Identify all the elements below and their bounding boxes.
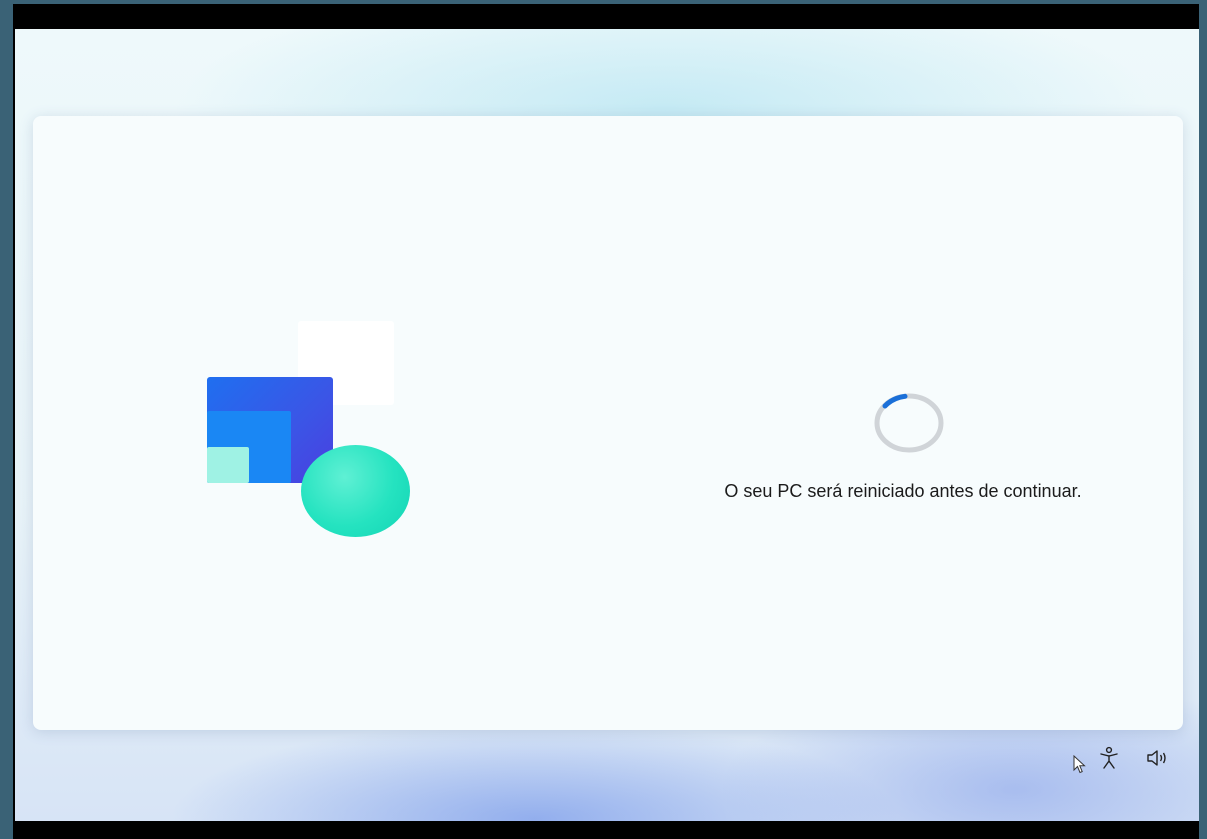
windows-illustration bbox=[203, 321, 423, 551]
illustration-teal-circle bbox=[301, 445, 410, 537]
mouse-cursor-icon bbox=[1073, 755, 1086, 774]
loading-spinner-icon bbox=[874, 393, 944, 453]
setup-card: O seu PC será reiniciado antes de contin… bbox=[33, 116, 1183, 774]
illustration-mint-square bbox=[207, 447, 249, 483]
display-frame: O seu PC será reiniciado antes de contin… bbox=[13, 4, 1199, 839]
oobe-screen: O seu PC será reiniciado antes de contin… bbox=[15, 29, 1199, 821]
volume-icon[interactable] bbox=[1145, 746, 1171, 770]
accessibility-icon[interactable] bbox=[1099, 746, 1119, 770]
restart-status-message: O seu PC será reiniciado antes de contin… bbox=[724, 481, 1082, 501]
